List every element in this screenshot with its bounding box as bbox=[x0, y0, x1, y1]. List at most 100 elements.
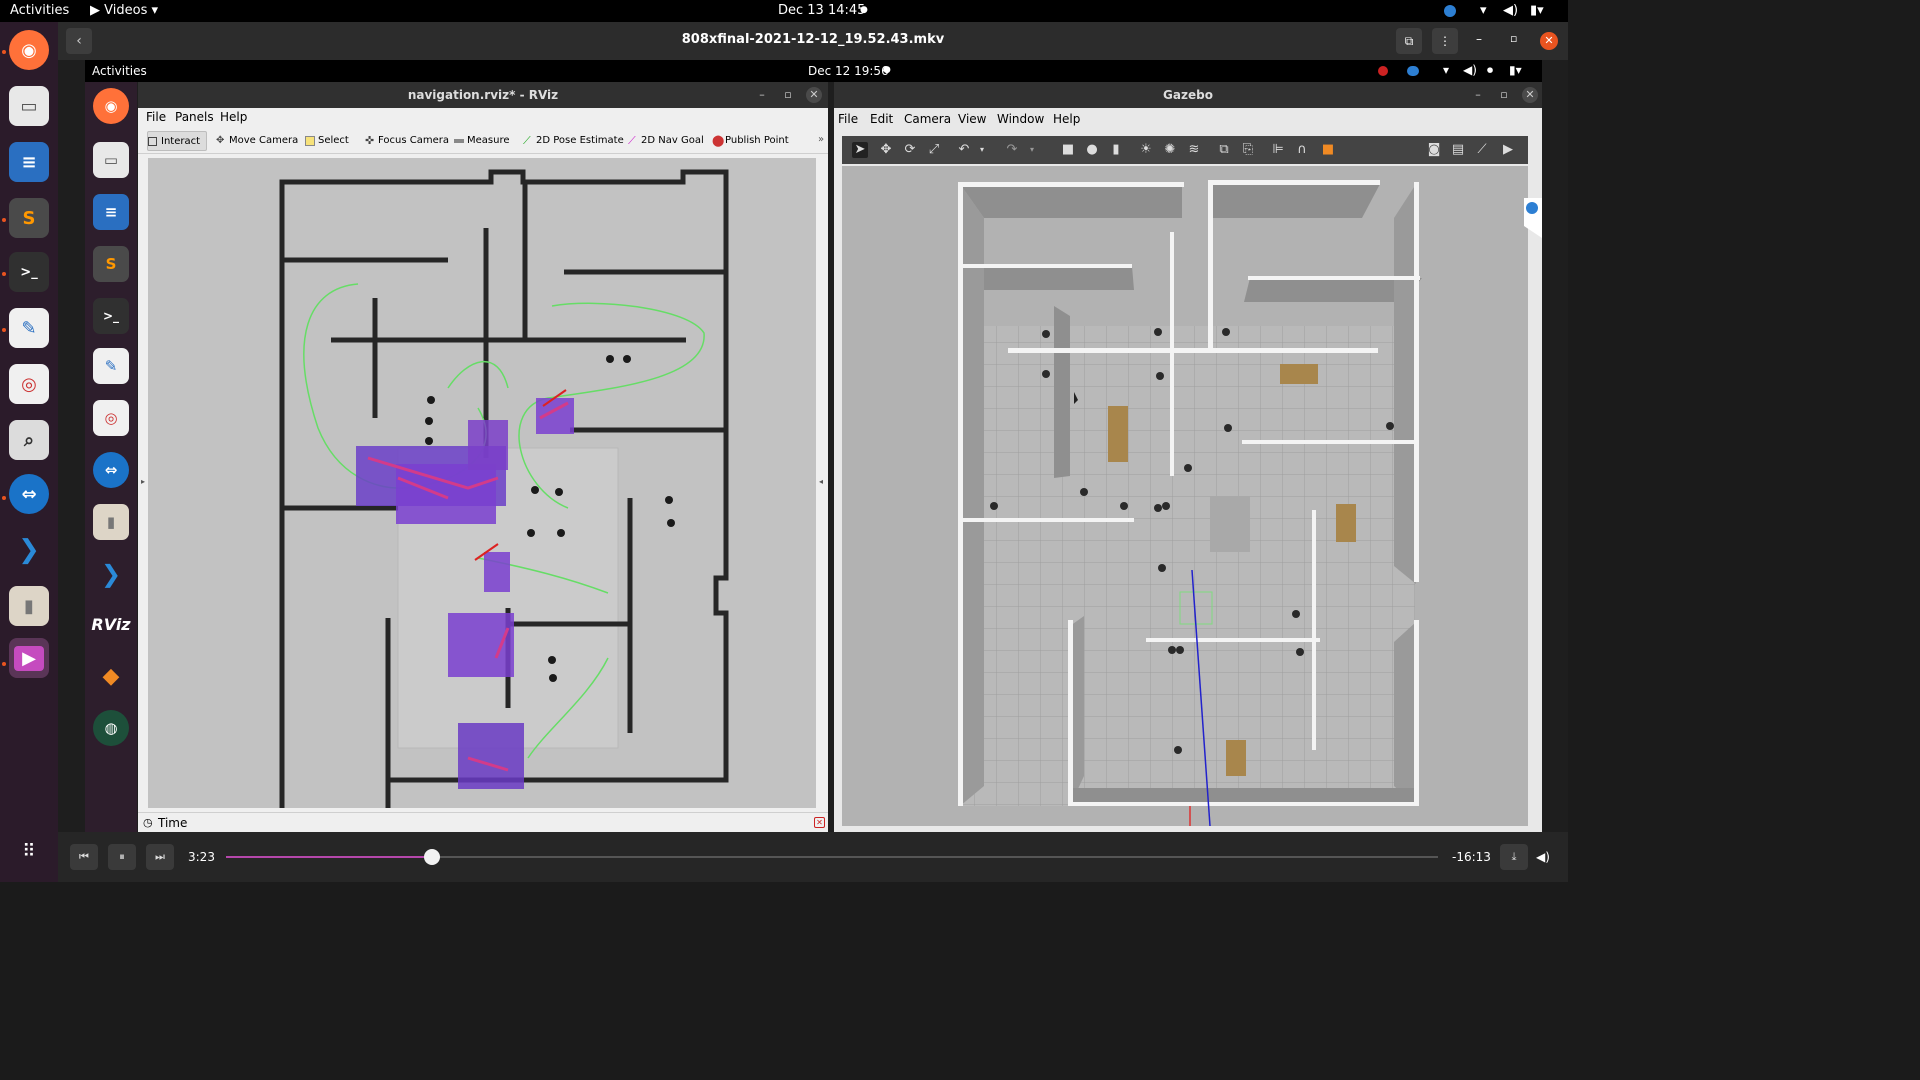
files-icon[interactable]: ▭ bbox=[9, 86, 49, 126]
videos-icon[interactable]: ▶ bbox=[9, 638, 49, 678]
gz-spot-light-icon[interactable]: ✺ bbox=[1162, 142, 1178, 158]
gz-copy-icon[interactable]: ⧉ bbox=[1216, 142, 1232, 158]
menu-button[interactable]: ⋮ bbox=[1432, 28, 1458, 54]
volume-button[interactable]: ◀) bbox=[1536, 850, 1550, 864]
gz-menu-help[interactable]: Help bbox=[1053, 112, 1080, 126]
rviz-maximize-icon[interactable]: ▫ bbox=[780, 87, 796, 103]
gazebo-3d-view[interactable] bbox=[842, 166, 1528, 826]
gz-rotate-icon[interactable]: ⟳ bbox=[902, 142, 918, 158]
battery-icon[interactable]: ▮▾ bbox=[1530, 3, 1544, 18]
gz-side-teamviewer-icon bbox=[1526, 202, 1538, 214]
gazebo-scene-canvas[interactable] bbox=[842, 166, 1528, 826]
gz-screenshot-icon[interactable]: ◙ bbox=[1426, 142, 1442, 158]
gz-change-view-icon[interactable]: ■ bbox=[1320, 142, 1336, 158]
seek-track[interactable] bbox=[226, 849, 1438, 865]
gz-translate-icon[interactable]: ✥ bbox=[878, 142, 894, 158]
tool-measure[interactable]: Measure bbox=[454, 131, 510, 151]
volume-icon[interactable]: ◀) bbox=[1503, 3, 1518, 18]
maximize-button[interactable]: ▫ bbox=[1510, 32, 1517, 45]
gz-redo-dropdown-icon[interactable]: ▾ bbox=[1024, 142, 1040, 158]
tool-focus-camera[interactable]: ✜ Focus Camera bbox=[365, 131, 449, 151]
document-viewer-icon[interactable]: ◎ bbox=[9, 364, 49, 404]
gz-menu-window[interactable]: Window bbox=[997, 112, 1044, 126]
right-dock-toggle-icon[interactable]: ◂ bbox=[819, 477, 823, 486]
time-panel: ◷ Time ✕ bbox=[138, 812, 828, 832]
rviz-menu-file[interactable]: File bbox=[146, 110, 166, 124]
inner-archive-icon: ▮ bbox=[93, 504, 129, 540]
vscode-icon[interactable]: ❯ bbox=[9, 530, 49, 570]
app-menu[interactable]: ▶ Videos ▾ bbox=[90, 3, 158, 18]
firefox-icon[interactable]: ◉ bbox=[9, 30, 49, 70]
gz-paste-icon[interactable]: ⎘ bbox=[1240, 142, 1256, 158]
gz-cylinder-icon[interactable]: ▮ bbox=[1108, 142, 1124, 158]
inner-files-icon: ▭ bbox=[93, 142, 129, 178]
rviz-window: navigation.rviz* - RViz – ▫ ✕ File Panel… bbox=[138, 82, 828, 832]
gz-directional-light-icon[interactable]: ≋ bbox=[1186, 142, 1202, 158]
gz-undo-icon[interactable]: ↶ bbox=[956, 142, 972, 158]
rviz-menu-help[interactable]: Help bbox=[220, 110, 247, 124]
tool-2d-pose-estimate[interactable]: ⟋ 2D Pose Estimate bbox=[523, 131, 624, 151]
player-controls: ⏮ ⏸ ⏭ 3:23 -16:13 ⤓ ◀) bbox=[58, 832, 1568, 882]
gz-undo-dropdown-icon[interactable]: ▾ bbox=[974, 142, 990, 158]
rviz-map-canvas[interactable] bbox=[148, 158, 816, 808]
teamviewer-tray-icon[interactable] bbox=[1444, 5, 1456, 17]
gz-select-mode-icon[interactable]: ➤ bbox=[852, 142, 868, 158]
previous-button[interactable]: ⏮ bbox=[70, 844, 98, 870]
gz-point-light-icon[interactable]: ☀ bbox=[1138, 142, 1154, 158]
wifi-icon[interactable]: ▾ bbox=[1480, 3, 1487, 18]
left-dock-toggle-icon[interactable]: ▸ bbox=[141, 477, 145, 486]
interact-icon bbox=[148, 137, 157, 146]
inner-dock: ◉ ▭ ≡ S >_ ✎ ◎ ⇔ ▮ ❯ RViz ◆ ◍ bbox=[85, 82, 137, 832]
text-editor-icon[interactable]: ✎ bbox=[9, 308, 49, 348]
gz-record-video-icon[interactable]: ▶ bbox=[1500, 142, 1516, 158]
tool-select[interactable]: Select bbox=[305, 131, 349, 151]
gz-box-icon[interactable]: ■ bbox=[1060, 142, 1076, 158]
rviz-menu-panels[interactable]: Panels bbox=[175, 110, 214, 124]
minimize-button[interactable]: – bbox=[1476, 32, 1482, 46]
gazebo-close-icon[interactable]: ✕ bbox=[1522, 87, 1538, 103]
gz-menu-camera[interactable]: Camera bbox=[904, 112, 951, 126]
show-apps-icon[interactable]: ⠿ bbox=[17, 840, 41, 864]
rviz-close-icon[interactable]: ✕ bbox=[806, 87, 822, 103]
teamviewer-icon[interactable]: ⇔ bbox=[9, 474, 49, 514]
gz-align-icon[interactable]: ⊫ bbox=[1270, 142, 1286, 158]
gz-redo-icon[interactable]: ↷ bbox=[1004, 142, 1020, 158]
pause-button[interactable]: ⏸ bbox=[108, 844, 136, 870]
subtitles-button[interactable]: ⤓ bbox=[1500, 844, 1528, 870]
search-icon[interactable]: ⌕ bbox=[9, 420, 49, 460]
gazebo-maximize-icon[interactable]: ▫ bbox=[1496, 87, 1512, 103]
sublime-icon[interactable]: S bbox=[9, 198, 49, 238]
inner-sublime-icon: S bbox=[93, 246, 129, 282]
tool-2d-nav-goal[interactable]: ⟋ 2D Nav Goal bbox=[628, 131, 704, 151]
notification-dot-icon: ● bbox=[860, 5, 868, 15]
close-button[interactable]: ✕ bbox=[1540, 32, 1558, 50]
gz-menu-file[interactable]: File bbox=[838, 112, 858, 126]
gazebo-menubar: File Edit Camera View Window Help bbox=[834, 108, 1542, 132]
writer-icon[interactable]: ≡ bbox=[9, 142, 49, 182]
gz-menu-edit[interactable]: Edit bbox=[870, 112, 893, 126]
pip-button[interactable]: ⧉ bbox=[1396, 28, 1422, 54]
clock[interactable]: Dec 13 14:45 bbox=[778, 3, 865, 18]
archive-icon[interactable]: ▮ bbox=[9, 586, 49, 626]
rviz-titlebar: navigation.rviz* - RViz – ▫ ✕ bbox=[138, 82, 828, 108]
gz-scale-icon[interactable]: ⤢ bbox=[926, 142, 942, 158]
rviz-3d-view[interactable] bbox=[148, 158, 816, 808]
gazebo-minimize-icon[interactable]: – bbox=[1470, 87, 1486, 103]
next-button[interactable]: ⏭ bbox=[146, 844, 174, 870]
gz-snap-icon[interactable]: ∩ bbox=[1294, 142, 1310, 158]
tool-publish-point[interactable]: ⬤ Publish Point bbox=[712, 131, 789, 151]
gz-menu-view[interactable]: View bbox=[958, 112, 986, 126]
gz-plot-icon[interactable]: ⟋ bbox=[1474, 142, 1490, 158]
rviz-minimize-icon[interactable]: – bbox=[754, 87, 770, 103]
running-indicator bbox=[2, 50, 6, 54]
tool-move-camera[interactable]: ✥ Move Camera bbox=[216, 131, 298, 151]
time-panel-close-icon[interactable]: ✕ bbox=[814, 817, 825, 828]
seek-handle[interactable] bbox=[424, 849, 441, 865]
tool-interact[interactable]: Interact bbox=[147, 131, 208, 151]
terminal-icon[interactable]: >_ bbox=[9, 252, 49, 292]
gz-log-icon[interactable]: ▤ bbox=[1450, 142, 1466, 158]
toolbar-overflow-icon[interactable]: » bbox=[818, 134, 824, 145]
activities-button[interactable]: Activities bbox=[10, 3, 69, 18]
focus-camera-icon: ✜ bbox=[365, 134, 375, 147]
gz-sphere-icon[interactable]: ● bbox=[1084, 142, 1100, 158]
